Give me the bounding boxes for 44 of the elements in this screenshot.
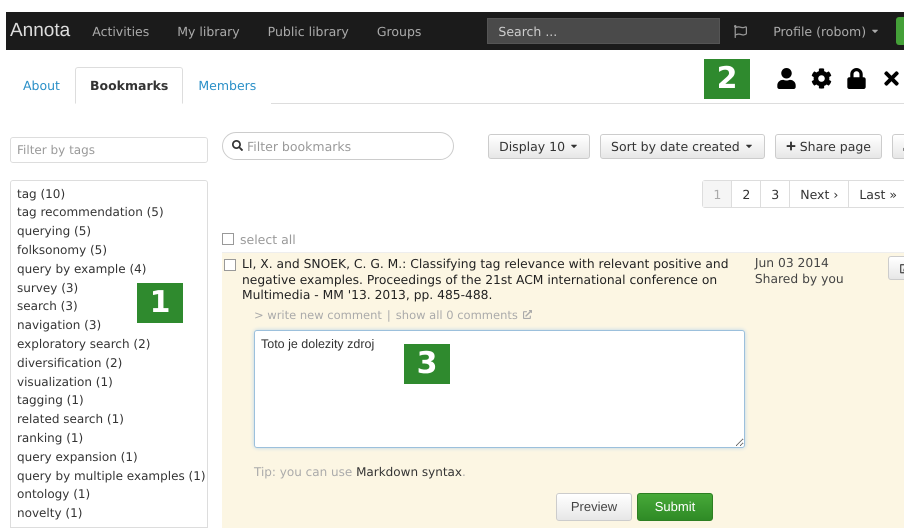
citation-text: LI, X. and SNOEK, C. G. M.: Classifying tag relevance with relevant positive and negative examples. Proceedings of the 21st ACM international conference on Multimedia - MM '13. 2013, pp. 485-488. — [242, 257, 730, 304]
tag-item[interactable]: tagging (1) — [17, 391, 84, 410]
tag-item[interactable]: search (3) — [17, 297, 78, 316]
nav-link[interactable]: Groups — [376, 24, 422, 38]
profile-menu[interactable]: Profile (robom) — [773, 24, 880, 38]
markdown-link[interactable]: Markdown syntax — [356, 464, 462, 478]
tag-item[interactable]: exploratory search (2) — [17, 335, 150, 354]
page-link[interactable]: 2 — [731, 181, 760, 207]
tag-filter-field[interactable]: Filter by tags — [10, 137, 208, 163]
share-button[interactable]: Share page — [774, 134, 882, 158]
tip-text: Tip: you can use Markdown syntax. — [254, 464, 467, 478]
callout-number: 2 — [704, 58, 750, 98]
nav-link[interactable]: Public library — [268, 24, 349, 38]
tag-item[interactable]: novelty (1) — [17, 504, 82, 523]
nav-link[interactable]: Activities — [92, 24, 150, 38]
app-logo[interactable]: Annota — [10, 20, 70, 42]
page-link[interactable]: Next › — [789, 181, 848, 207]
bookmark-filter-field[interactable]: Filter bookmarks — [222, 132, 454, 160]
tag-item[interactable]: tag (10) — [17, 184, 66, 204]
separator: | — [386, 308, 391, 322]
nav-link[interactable]: My library — [177, 24, 240, 38]
tag-item[interactable]: folksonomy (5) — [17, 241, 107, 260]
callout-number: 3 — [404, 344, 450, 384]
tag-item[interactable]: visualization (1) — [17, 372, 113, 392]
tag-item[interactable]: ontology (1) — [17, 485, 90, 504]
dropdown-button[interactable]: Sort by date created — [600, 134, 765, 158]
search-field[interactable]: Search ... — [487, 18, 720, 44]
submit-button[interactable]: Submit — [637, 492, 713, 520]
tag-item[interactable]: query by multiple examples (1) — [17, 466, 206, 486]
tag-item[interactable]: diversification (2) — [17, 354, 122, 373]
preview-button[interactable]: Preview — [556, 492, 632, 520]
tag-item[interactable]: querying (5) — [17, 222, 92, 242]
callout-number: 1 — [137, 282, 183, 323]
tab[interactable]: Bookmarks — [74, 67, 184, 104]
shared-text: Shared by you — [754, 272, 845, 287]
tag-item[interactable]: ranking (1) — [17, 429, 84, 448]
dropdown-button[interactable]: Display 10 — [488, 134, 590, 158]
tag-item[interactable]: query by example (4) — [17, 260, 146, 279]
tag-item[interactable]: related search (1) — [17, 410, 124, 430]
tag-item[interactable]: query expansion (1) — [17, 448, 138, 467]
tag-item[interactable]: navigation (3) — [17, 316, 102, 336]
tag-item[interactable]: survey (3) — [17, 278, 78, 298]
tag-item[interactable]: tag recommendation (5) — [17, 203, 164, 222]
date-text: Jun 03 2014 — [754, 256, 830, 272]
